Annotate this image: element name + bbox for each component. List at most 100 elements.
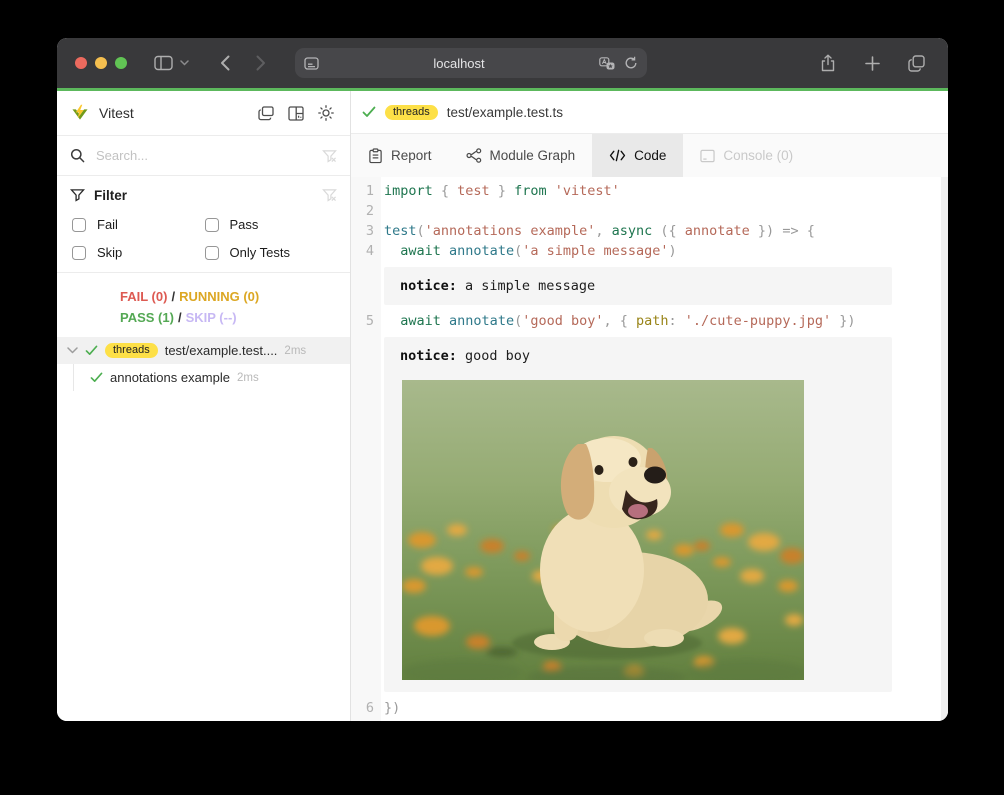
- minimize-window-button[interactable]: [95, 57, 107, 69]
- filter-checkbox-only-tests[interactable]: [205, 246, 219, 260]
- count-separator: /: [174, 310, 186, 325]
- test-duration: 2ms: [284, 345, 306, 357]
- browser-titlebar: localhost: [57, 38, 948, 88]
- tab-module-graph[interactable]: Module Graph: [449, 134, 593, 177]
- code-line: 7: [351, 718, 948, 721]
- theme-toggle-sun-icon[interactable]: [315, 102, 337, 124]
- clear-search-filter-icon[interactable]: [322, 149, 337, 163]
- filter-label-fail: Fail: [97, 217, 118, 232]
- filter-option-skip[interactable]: Skip: [72, 244, 205, 261]
- code-line: 1import { test } from 'vitest': [351, 181, 948, 201]
- chevron-down-icon[interactable]: [177, 50, 191, 76]
- test-case-row[interactable]: annotations example 2ms: [57, 364, 350, 391]
- line-number: 6: [351, 698, 381, 718]
- search-icon: [70, 148, 85, 163]
- filter-checkbox-fail[interactable]: [72, 218, 86, 232]
- count-separator: /: [167, 289, 179, 304]
- annotation-notice: notice: a simple message: [384, 267, 892, 305]
- traffic-lights: [75, 57, 127, 69]
- count-fail: FAIL (0): [120, 289, 167, 304]
- test-name: annotations example: [110, 370, 230, 385]
- code-text: import { test } from 'vitest': [381, 181, 620, 201]
- count-pass: PASS (1): [120, 310, 174, 325]
- line-number: 3: [351, 221, 381, 241]
- clear-filters-icon[interactable]: [322, 188, 337, 202]
- file-header: threads test/example.test.ts: [351, 91, 948, 134]
- collapse-windows-icon[interactable]: [255, 102, 277, 124]
- code-viewer: 1import { test } from 'vitest'23test('an…: [351, 177, 948, 721]
- annotation-message: good boy: [457, 348, 530, 364]
- test-pass-check-icon: [85, 345, 98, 356]
- tab-code[interactable]: Code: [592, 134, 683, 177]
- sidebar-toggle-icon[interactable]: [149, 50, 177, 76]
- share-icon[interactable]: [814, 50, 842, 76]
- code-text: }): [381, 698, 400, 718]
- filter-label-only-tests: Only Tests: [230, 245, 290, 260]
- code-line: 6}): [351, 698, 948, 718]
- annotation-label: notice:: [400, 278, 457, 294]
- search-input[interactable]: [94, 147, 313, 164]
- tab-label: Console (0): [723, 148, 793, 163]
- code-text: [381, 718, 384, 721]
- check-icon: [362, 106, 376, 118]
- file-name: test/example.test.ts: [447, 105, 563, 120]
- new-tab-icon[interactable]: [858, 50, 886, 76]
- count-skip: SKIP (--): [186, 310, 237, 325]
- expand-chevron-icon: [67, 347, 78, 354]
- count-running: RUNNING (0): [179, 289, 259, 304]
- line-number: 4: [351, 241, 381, 261]
- reload-icon[interactable]: [624, 56, 638, 70]
- cute-puppy-image: [402, 380, 804, 680]
- filter-checkbox-pass[interactable]: [205, 218, 219, 232]
- count-line: FAIL (0)/RUNNING (0): [120, 286, 350, 307]
- line-number: 2: [351, 201, 381, 221]
- tree-guide-line: [73, 364, 74, 391]
- browser-window: localhost: [57, 38, 948, 721]
- test-tree: threadstest/example.test....2msannotatio…: [57, 337, 350, 721]
- tab-overview-icon[interactable]: [902, 50, 930, 76]
- annotation-label: notice:: [400, 348, 457, 364]
- code-text: await annotate('a simple message'): [381, 241, 677, 261]
- code-line: 4 await annotate('a simple message'): [351, 241, 948, 261]
- code-text: test('annotations example', async ({ ann…: [381, 221, 815, 241]
- code-text: [381, 201, 384, 221]
- url-text: localhost: [319, 56, 599, 71]
- tab-bar: Report Module Graph Code Console (0): [351, 134, 948, 177]
- website-settings-icon[interactable]: [304, 57, 319, 70]
- test-duration: 2ms: [237, 372, 259, 384]
- test-name: test/example.test....: [165, 343, 278, 358]
- translate-icon[interactable]: [599, 57, 615, 70]
- filter-checkbox-skip[interactable]: [72, 246, 86, 260]
- address-bar[interactable]: localhost: [295, 48, 647, 78]
- count-line: PASS (1)/SKIP (--): [120, 307, 350, 328]
- test-file-row[interactable]: threads test/example.test.... 2ms: [57, 337, 350, 364]
- pool-badge: threads: [385, 105, 438, 120]
- filter-option-fail[interactable]: Fail: [72, 216, 205, 233]
- app-title: Vitest: [99, 105, 134, 121]
- filter-option-only-tests[interactable]: Only Tests: [205, 244, 338, 261]
- module-graph-icon: [466, 148, 482, 163]
- filter-icon: [70, 188, 85, 202]
- code-line: 5 await annotate('good boy', { path: './…: [351, 311, 948, 331]
- code-text: await annotate('good boy', { path: './cu…: [381, 311, 856, 331]
- line-number: 7: [351, 718, 381, 721]
- main-panel: threads test/example.test.ts Report Modul…: [351, 91, 948, 721]
- zoom-window-button[interactable]: [115, 57, 127, 69]
- console-icon: [700, 149, 715, 163]
- forward-button[interactable]: [247, 50, 275, 76]
- filter-option-pass[interactable]: Pass: [205, 216, 338, 233]
- scrollbar[interactable]: [941, 177, 948, 721]
- close-window-button[interactable]: [75, 57, 87, 69]
- tab-report[interactable]: Report: [351, 134, 449, 177]
- dashboard-icon[interactable]: [285, 102, 307, 124]
- filter-section: Filter FailPassSkipOnly Tests: [57, 176, 350, 273]
- back-button[interactable]: [211, 50, 239, 76]
- pool-badge: threads: [105, 343, 158, 358]
- tab-label: Module Graph: [490, 148, 576, 163]
- line-number: 1: [351, 181, 381, 201]
- test-pass-check-icon: [90, 372, 103, 383]
- tab-console-0[interactable]: Console (0): [683, 134, 810, 177]
- annotation-message: a simple message: [457, 278, 595, 294]
- vitest-logo-icon: [70, 104, 90, 123]
- tab-label: Report: [391, 148, 432, 163]
